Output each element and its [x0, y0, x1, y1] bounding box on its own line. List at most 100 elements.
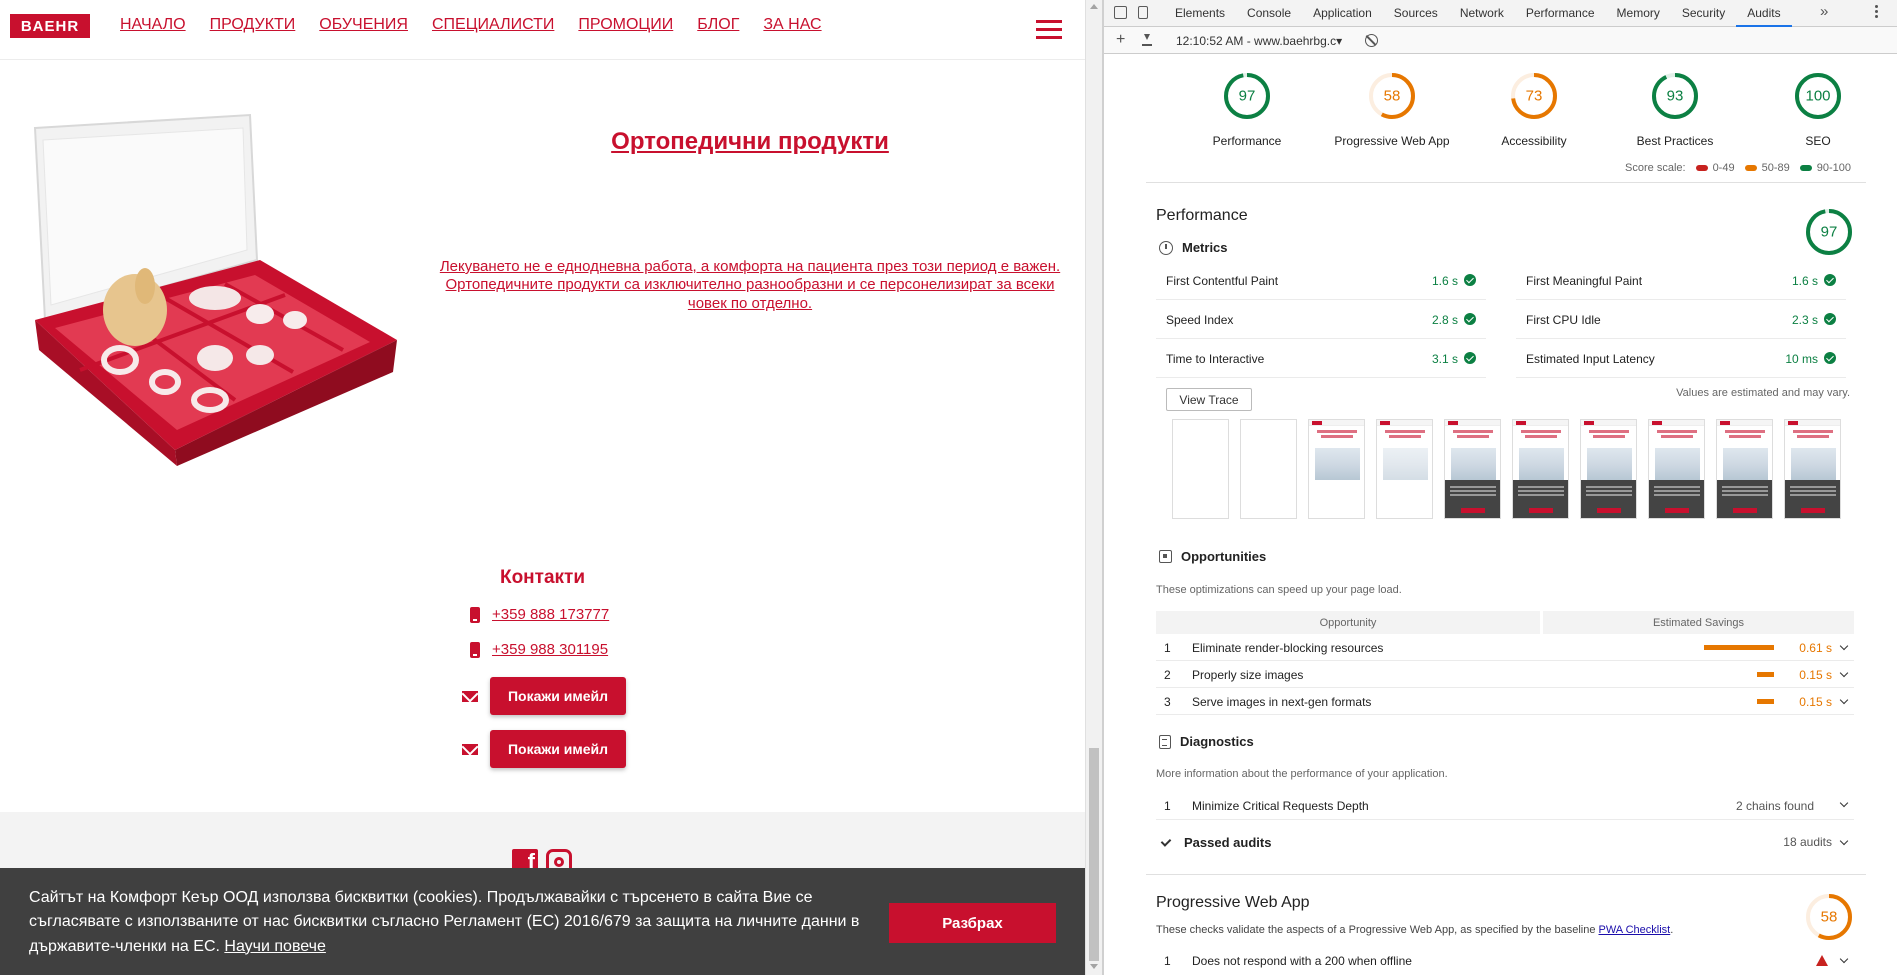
site-header: BAEHR НАЧАЛО ПРОДУКТИ ОБУЧЕНИЯ СПЕЦИАЛИС…: [0, 0, 1085, 60]
filmstrip-frame: [1376, 419, 1433, 519]
tab-console[interactable]: Console: [1236, 0, 1302, 27]
phone-link[interactable]: +359 988 301195: [492, 641, 608, 658]
pwa-checklist-link[interactable]: PWA Checklist: [1599, 924, 1671, 936]
tab-security[interactable]: Security: [1671, 0, 1736, 27]
devtools-menu-icon[interactable]: [1875, 5, 1879, 20]
nav-link-specialists[interactable]: СПЕЦИАЛИСТИ: [432, 16, 554, 34]
download-report-icon[interactable]: [1142, 34, 1152, 46]
device-toolbar-icon[interactable]: [1138, 6, 1148, 19]
scale-range-text: 50-89: [1761, 162, 1790, 174]
show-email-button[interactable]: Покажи имейл: [490, 677, 626, 715]
cookie-text: Сайтът на Комфорт Кеър ООД използва биск…: [29, 889, 860, 955]
warning-triangle-icon: [1816, 955, 1828, 966]
tab-application[interactable]: Application: [1302, 0, 1383, 27]
phone-icon: [470, 641, 480, 658]
passed-audits-row[interactable]: Passed audits 18 audits: [1156, 828, 1854, 856]
chevron-down-icon[interactable]: [1839, 695, 1849, 705]
nav-link-about[interactable]: ЗА НАС: [763, 16, 821, 34]
diagnostics-heading-text: Diagnostics: [1180, 734, 1254, 749]
opportunity-row[interactable]: 3 Serve images in next-gen formats 0.15 …: [1156, 688, 1854, 715]
envelope-icon: [462, 743, 478, 755]
filmstrip-frame: [1648, 419, 1705, 519]
nav-link-promotions[interactable]: ПРОМОЦИИ: [578, 16, 673, 34]
category-gauge[interactable]: 100 SEO: [1748, 72, 1888, 148]
metric-row: First Meaningful Paint 1.6 s: [1516, 261, 1846, 300]
opportunity-row[interactable]: 1 Eliminate render-blocking resources 0.…: [1156, 634, 1854, 661]
category-gauge[interactable]: 93 Best Practices: [1605, 72, 1745, 148]
chevron-down-icon[interactable]: [1839, 668, 1849, 678]
pwa-audit-row[interactable]: 1 Does not respond with a 200 when offli…: [1156, 951, 1854, 973]
audits-toolbar: + 12:10:52 AM - www.baehrbg.c▾: [1104, 27, 1897, 54]
diagnostic-row[interactable]: 1 Minimize Critical Requests Depth 2 cha…: [1156, 791, 1854, 820]
tab-sources[interactable]: Sources: [1383, 0, 1449, 27]
performance-score-gauge: 97: [1806, 209, 1852, 255]
tab-audits[interactable]: Audits: [1736, 0, 1792, 27]
opportunities-description: These optimizations can speed up your pa…: [1156, 584, 1402, 596]
product-category-title[interactable]: Ортопедични продукти: [430, 128, 1070, 156]
diagnostic-title: Minimize Critical Requests Depth: [1192, 799, 1369, 813]
show-email-button[interactable]: Покажи имейл: [490, 730, 626, 768]
tab-elements[interactable]: Elements: [1164, 0, 1236, 27]
inspect-element-icon[interactable]: [1114, 6, 1127, 19]
scroll-down-arrow-icon[interactable]: [1090, 964, 1098, 969]
cookie-learn-more-link[interactable]: Научи повече: [224, 938, 325, 955]
filmstrip-frame: [1308, 419, 1365, 519]
savings-value: 0.61 s: [1799, 641, 1832, 655]
opportunity-icon: [1159, 550, 1172, 563]
chevron-down-icon[interactable]: [1839, 641, 1849, 651]
passed-audits-heading-text: Passed audits: [1184, 834, 1272, 850]
main-nav: НАЧАЛО ПРОДУКТИ ОБУЧЕНИЯ СПЕЦИАЛИСТИ ПРО…: [120, 16, 822, 34]
nav-link-blog[interactable]: БЛОГ: [697, 16, 739, 34]
phone-link[interactable]: +359 888 173777: [492, 606, 609, 623]
metrics-heading-text: Metrics: [1182, 240, 1228, 255]
passed-audits-count: 18 audits: [1783, 835, 1832, 849]
pwa-description-end: .: [1670, 924, 1674, 936]
clipboard-icon: [1159, 734, 1171, 749]
tab-network[interactable]: Network: [1449, 0, 1515, 27]
metric-row: Estimated Input Latency 10 ms: [1516, 339, 1846, 378]
page-scrollbar[interactable]: [1085, 0, 1102, 975]
diagnostic-value: 2 chains found: [1735, 799, 1814, 813]
scrollbar-thumb[interactable]: [1089, 748, 1099, 961]
opportunities-header: Opportunity Estimated Savings: [1156, 611, 1854, 634]
category-gauge[interactable]: 58 Progressive Web App: [1322, 72, 1462, 148]
phone-row: +359 988 301195: [470, 641, 608, 658]
devtools-tabbar: Elements Console Application Sources Net…: [1104, 0, 1897, 27]
view-trace-button[interactable]: View Trace: [1166, 388, 1252, 411]
chevron-down-icon[interactable]: [1839, 954, 1849, 964]
stopwatch-icon: [1159, 240, 1173, 255]
gauge-score: 58: [1384, 88, 1401, 105]
pass-check-icon: [1824, 274, 1836, 286]
opportunity-row[interactable]: 2 Properly size images 0.15 s: [1156, 661, 1854, 688]
nav-link-products[interactable]: ПРОДУКТИ: [210, 16, 296, 34]
baehr-logo[interactable]: BAEHR: [10, 14, 90, 38]
gauge-label: Best Practices: [1636, 134, 1714, 148]
cookie-accept-button[interactable]: Разбрах: [889, 903, 1056, 943]
chevron-down-icon[interactable]: [1839, 798, 1849, 808]
category-gauge[interactable]: 73 Accessibility: [1464, 72, 1604, 148]
passed-audits-heading: Passed audits: [1159, 834, 1271, 850]
nav-link-trainings[interactable]: ОБУЧЕНИЯ: [319, 16, 408, 34]
metric-value: 2.3 s: [1791, 313, 1818, 327]
more-tabs-icon[interactable]: »: [1820, 3, 1828, 20]
nav-link-home[interactable]: НАЧАЛО: [120, 16, 186, 34]
opportunity-title: Serve images in next-gen formats: [1192, 695, 1372, 709]
new-audit-icon[interactable]: +: [1116, 31, 1125, 49]
seo-gauge: 100: [1795, 73, 1841, 119]
pwa-score-gauge: 58: [1806, 894, 1852, 940]
clear-all-icon[interactable]: [1365, 34, 1378, 47]
category-gauge[interactable]: 97 Performance: [1177, 72, 1317, 148]
scroll-up-arrow-icon[interactable]: [1090, 4, 1098, 9]
report-selector[interactable]: 12:10:52 AM - www.baehrbg.c▾: [1176, 34, 1342, 48]
chevron-down-icon[interactable]: [1839, 836, 1849, 846]
metric-label: First CPU Idle: [1526, 313, 1601, 327]
product-category-description[interactable]: Лекуването не е еднодневна работа, а ком…: [425, 258, 1075, 313]
metric-label: Speed Index: [1166, 313, 1234, 327]
pass-check-icon: [1824, 352, 1836, 364]
tab-performance[interactable]: Performance: [1515, 0, 1606, 27]
opportunities-heading-text: Opportunities: [1181, 549, 1267, 564]
savings-bar: [1704, 645, 1774, 650]
hamburger-menu-icon[interactable]: [1036, 20, 1062, 40]
tab-memory[interactable]: Memory: [1606, 0, 1671, 27]
savings-bar: [1756, 699, 1774, 704]
